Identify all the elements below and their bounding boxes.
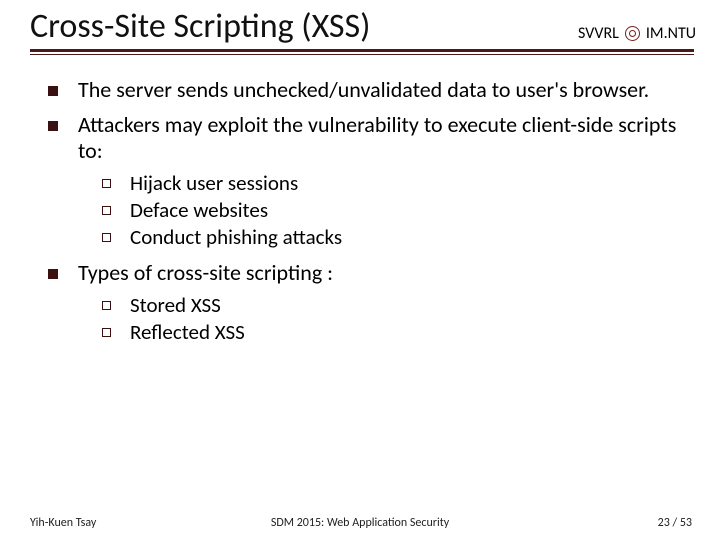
at-icon [625, 26, 640, 41]
footer: Yih-Kuen Tsay SDM 2015: Web Application … [0, 516, 720, 530]
sub-list: Hijack user sessions Deface websites Con… [102, 171, 690, 251]
bullet-list: The server sends unchecked/unvalidated d… [48, 77, 690, 345]
list-item: Deface websites [102, 198, 690, 223]
sub-text: Deface websites [130, 197, 268, 223]
header-org: SVVRL IM.NTU [578, 24, 696, 49]
open-square-bullet-icon [102, 233, 111, 242]
square-bullet-icon [48, 121, 58, 131]
page-title: Cross-Site Scripting (XSS) [30, 8, 370, 49]
list-item: Stored XSS [102, 293, 690, 318]
list-item: Attackers may exploit the vulnerability … [48, 112, 690, 250]
org-left: SVVRL [578, 24, 619, 43]
footer-page: 23 / 53 [658, 516, 692, 530]
sub-text: Stored XSS [130, 292, 221, 318]
list-item: Hijack user sessions [102, 171, 690, 196]
open-square-bullet-icon [102, 179, 111, 188]
footer-author: Yih-Kuen Tsay [30, 516, 96, 530]
footer-center: SDM 2015: Web Application Security [271, 516, 449, 530]
square-bullet-icon [48, 269, 58, 279]
bullet-text: The server sends unchecked/unvalidated d… [78, 76, 649, 103]
sub-text: Reflected XSS [130, 319, 245, 345]
list-item: Types of cross-site scripting : Stored X… [48, 260, 690, 345]
list-item: The server sends unchecked/unvalidated d… [48, 77, 690, 103]
header: Cross-Site Scripting (XSS) SVVRL IM.NTU [0, 0, 720, 49]
list-item: Conduct phishing attacks [102, 225, 690, 250]
sub-text: Hijack user sessions [130, 170, 298, 196]
content-area: The server sends unchecked/unvalidated d… [0, 55, 720, 345]
list-item: Reflected XSS [102, 320, 690, 345]
open-square-bullet-icon [102, 206, 111, 215]
bullet-text: Attackers may exploit the vulnerability … [78, 111, 676, 164]
square-bullet-icon [48, 86, 58, 96]
open-square-bullet-icon [102, 328, 111, 337]
sub-text: Conduct phishing attacks [130, 224, 342, 250]
sub-list: Stored XSS Reflected XSS [102, 293, 690, 345]
open-square-bullet-icon [102, 301, 111, 310]
bullet-text: Types of cross-site scripting : [78, 259, 333, 286]
org-right: IM.NTU [646, 24, 696, 43]
rule-thick [30, 49, 694, 52]
